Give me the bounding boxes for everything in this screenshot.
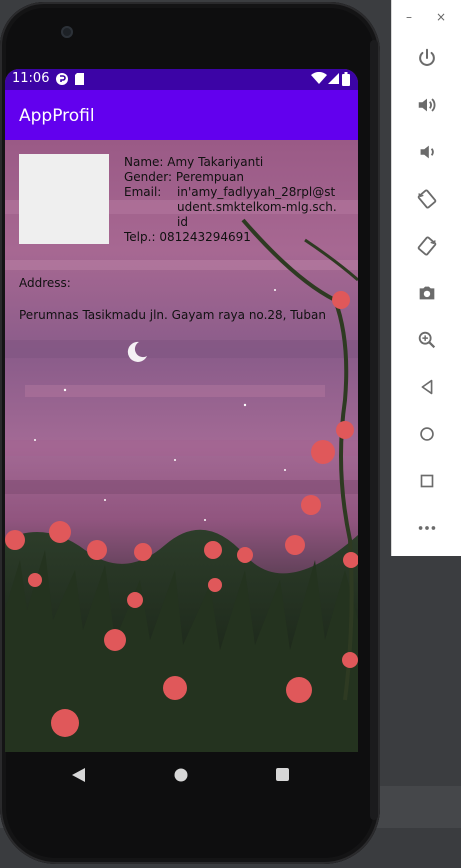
overview-square-icon xyxy=(276,768,289,781)
overview-icon xyxy=(420,474,434,488)
gender-label: Gender: xyxy=(124,170,173,184)
nav-back-button[interactable] xyxy=(72,767,86,786)
phone-screen: 11:06 AppProfil Name: Amy Takariyanti Ge… xyxy=(5,69,358,752)
back-triangle-icon xyxy=(72,768,85,782)
status-bar: 11:06 xyxy=(5,69,358,90)
rotate-right-icon xyxy=(417,236,437,256)
app-title: AppProfil xyxy=(19,106,95,126)
sd-card-icon xyxy=(74,72,85,90)
power-icon xyxy=(419,48,435,66)
profile-photo xyxy=(19,154,109,244)
app-bar: AppProfil xyxy=(5,90,358,140)
email-row: Email: in'amy_fadlyyah_28rpl@student.smk… xyxy=(124,185,337,230)
zoom-button[interactable] xyxy=(410,323,444,357)
notification-icon xyxy=(55,72,69,90)
name-label: Name: xyxy=(124,155,164,169)
battery-icon xyxy=(342,72,350,90)
wifi-icon xyxy=(311,71,327,89)
emulator-toolbar: – × xyxy=(391,0,461,556)
android-nav-bar xyxy=(5,752,358,798)
rotate-right-button[interactable] xyxy=(410,229,444,263)
close-button[interactable]: × xyxy=(436,10,446,24)
volume-up-button[interactable] xyxy=(410,88,444,122)
phone-row: Telp.: 081243294691 xyxy=(124,230,263,245)
nav-overview-button[interactable] xyxy=(276,767,290,786)
phone-side-edge xyxy=(370,40,378,820)
name-row: Name: Amy Takariyanti xyxy=(124,155,263,170)
back-button[interactable] xyxy=(410,370,444,404)
phone-label: Telp.: xyxy=(124,230,156,244)
volume-up-icon xyxy=(418,98,436,112)
back-icon xyxy=(421,379,433,395)
address-label: Address: xyxy=(19,276,71,290)
window-controls: – × xyxy=(392,10,461,28)
status-time: 11:06 xyxy=(12,71,50,86)
home-button[interactable] xyxy=(410,417,444,451)
camera-icon xyxy=(419,286,435,300)
home-icon xyxy=(420,427,434,441)
email-value: in'amy_fadlyyah_28rpl@student.smktelkom-… xyxy=(177,185,337,229)
home-circle-icon xyxy=(174,768,188,782)
gender-row: Gender: Perempuan xyxy=(124,170,263,185)
rotate-left-button[interactable] xyxy=(410,182,444,216)
nav-home-button[interactable] xyxy=(174,767,188,786)
phone-value: 081243294691 xyxy=(159,230,251,244)
overview-button[interactable] xyxy=(410,464,444,498)
minimize-button[interactable]: – xyxy=(406,10,412,24)
gender-value: Perempuan xyxy=(175,170,245,184)
rotate-left-icon xyxy=(417,189,437,209)
cell-signal-icon xyxy=(328,72,340,89)
email-label: Email: xyxy=(124,185,162,199)
volume-down-icon xyxy=(420,145,434,159)
more-button[interactable] xyxy=(410,511,444,545)
profile-content: Name: Amy Takariyanti Gender: Perempuan … xyxy=(5,140,358,752)
front-camera-icon xyxy=(61,26,73,38)
name-value: Amy Takariyanti xyxy=(167,155,264,169)
volume-down-button[interactable] xyxy=(410,135,444,169)
profile-info: Name: Amy Takariyanti Gender: Perempuan … xyxy=(124,155,337,245)
screenshot-button[interactable] xyxy=(410,276,444,310)
more-icon xyxy=(418,526,436,530)
zoom-icon xyxy=(418,331,436,349)
address-value: Perumnas Tasikmadu jln. Gayam raya no.28… xyxy=(19,308,326,322)
power-button[interactable] xyxy=(410,41,444,75)
